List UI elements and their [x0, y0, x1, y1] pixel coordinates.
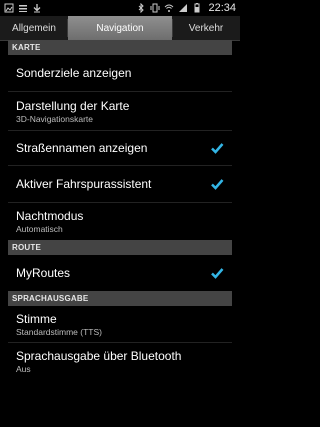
- wifi-icon: [165, 4, 174, 12]
- setting-myroutes[interactable]: MyRoutes: [8, 255, 232, 290]
- status-bar-right: 22:34: [132, 2, 240, 14]
- setting-title: Darstellung der Karte: [16, 98, 130, 113]
- setting-text: Straßennamen anzeigen: [16, 141, 147, 155]
- setting-subtitle: Standardstimme (TTS): [16, 326, 102, 337]
- settings-list: KARTE Sonderziele anzeigen Darstellung d…: [0, 40, 240, 427]
- setting-title: MyRoutes: [16, 265, 71, 280]
- setting-title: Straßennamen anzeigen: [16, 141, 148, 155]
- setting-title: Stimme: [16, 311, 57, 326]
- setting-text: Sonderziele anzeigen: [16, 66, 131, 80]
- setting-text: Nachtmodus Automatisch: [16, 209, 83, 234]
- setting-bluetooth[interactable]: Sprachausgabe über Bluetooth Aus: [8, 343, 232, 379]
- checkbox-strassennamen[interactable]: [210, 141, 224, 155]
- setting-title: Sonderziele anzeigen: [16, 66, 132, 80]
- setting-fahrspur[interactable]: Aktiver Fahrspurassistent: [8, 166, 232, 202]
- setting-title: Nachtmodus: [16, 209, 84, 223]
- section-header-route: ROUTE: [8, 240, 232, 255]
- section-header-sprachausgabe: SPRACHAUSGABE: [8, 291, 232, 306]
- tab-verkehr[interactable]: Verkehr: [172, 16, 240, 40]
- image-icon: [4, 3, 14, 13]
- setting-subtitle: Automatisch: [16, 224, 63, 234]
- tab-allgemein[interactable]: Allgemein: [0, 16, 68, 40]
- setting-stimme[interactable]: Stimme Standardstimme (TTS): [8, 306, 232, 342]
- bluetooth-icon: [139, 3, 145, 13]
- setting-title: Aktiver Fahrspurassistent: [16, 177, 152, 191]
- download-icon: [33, 4, 41, 13]
- checkmark-icon: [211, 267, 224, 279]
- status-bar-left: [0, 3, 46, 13]
- setting-text: Sprachausgabe über Bluetooth Aus: [16, 349, 181, 374]
- setting-subtitle: 3D-Navigationskarte: [16, 113, 94, 124]
- signal-icon: [179, 4, 188, 12]
- setting-title: Sprachausgabe über Bluetooth: [16, 348, 182, 363]
- setting-nachtmodus[interactable]: Nachtmodus Automatisch: [8, 203, 232, 240]
- setting-text: Stimme Standardstimme (TTS): [16, 312, 102, 337]
- setting-subtitle: Aus: [16, 363, 31, 374]
- battery-icon: [194, 3, 200, 13]
- setting-sonderziele[interactable]: Sonderziele anzeigen: [8, 55, 232, 91]
- vibrate-icon: [150, 3, 160, 13]
- setting-strassennamen[interactable]: Straßennamen anzeigen: [8, 131, 232, 165]
- section-header-karte: KARTE: [8, 40, 232, 55]
- checkmark-icon: [211, 179, 224, 190]
- setting-text: MyRoutes: [16, 266, 70, 280]
- checkbox-fahrspur[interactable]: [210, 177, 224, 191]
- setting-text: Darstellung der Karte 3D-Navigationskart…: [16, 99, 129, 124]
- menu-icon: [19, 5, 27, 12]
- tab-bar: Allgemein Navigation Verkehr: [0, 16, 240, 41]
- status-bar: 22:34: [0, 0, 240, 16]
- checkmark-icon: [211, 143, 224, 154]
- checkbox-myroutes[interactable]: [210, 266, 224, 280]
- setting-text: Aktiver Fahrspurassistent: [16, 177, 151, 191]
- clock: 22:34: [208, 2, 236, 14]
- tab-navigation[interactable]: Navigation: [68, 16, 172, 40]
- setting-darstellung[interactable]: Darstellung der Karte 3D-Navigationskart…: [8, 92, 232, 130]
